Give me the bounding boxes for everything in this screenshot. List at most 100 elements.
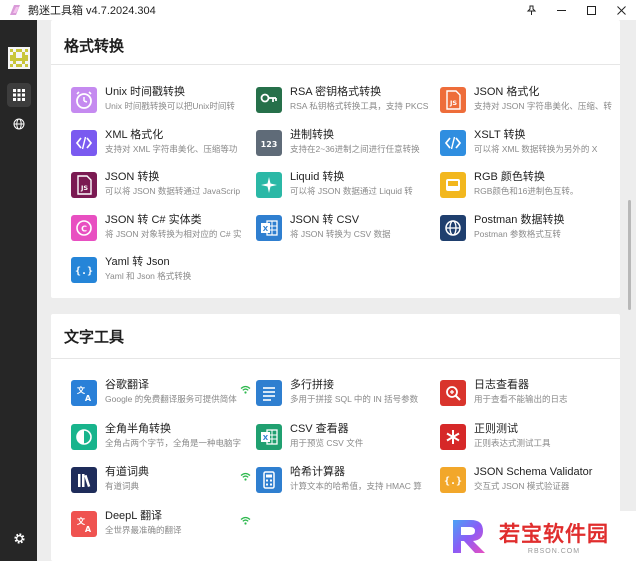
- tool-description: 多用于拼接 SQL 中的 IN 括号参数: [290, 394, 419, 404]
- apps-grid-icon: [13, 89, 25, 101]
- tool-item[interactable]: XSLT 转换 可以将 XML 数据转换为另外的 X: [440, 127, 620, 161]
- tool-text: 正则测试正则表达式测试工具: [474, 421, 620, 449]
- tool-text: 进制转换 支持在2~36进制之间进行任意转换: [290, 127, 436, 155]
- tool-text: 全角半角转换 全角占两个字节，全角是一种电脑字: [105, 421, 251, 449]
- tool-item[interactable]: X CSV 查看器 用于预览 CSV 文件: [256, 421, 436, 455]
- tool-name: Yaml 转 Json: [105, 256, 170, 268]
- tool-name: RGB 颜色转换: [474, 171, 545, 183]
- tool-item[interactable]: RSA 密钥格式转换 RSA 私钥格式转换工具，支持 PKCS: [256, 84, 436, 118]
- tool-item[interactable]: 正则测试正则表达式测试工具: [440, 421, 620, 455]
- tool-name: 有道词典: [105, 466, 149, 478]
- pin-button[interactable]: [516, 0, 546, 20]
- tool-description: 支持对 JSON 字符串美化、压缩、转: [474, 101, 612, 111]
- half-circle-icon: [71, 423, 97, 450]
- tool-text: JSON 转 CSV 将 JSON 转换为 CSV 数据: [290, 212, 436, 240]
- tool-text: 有道词典 有道词典: [105, 464, 251, 492]
- js-file-icon: JS: [71, 172, 97, 198]
- tool-item[interactable]: {.} Yaml 转 Json Yaml 和 Json 格式转换: [71, 254, 251, 288]
- section-format-conversion: 格式转换 Unix 时间戳转换 Unix 时间戳转换可以把Unix时间转 RSA 密…: [51, 20, 620, 298]
- tool-item[interactable]: 123 进制转换 支持在2~36进制之间进行任意转换: [256, 127, 436, 161]
- tool-name: 全角半角转换: [105, 422, 171, 435]
- tool-item[interactable]: XML 格式化 支持对 XML 字符串美化、压缩等功: [71, 127, 251, 161]
- sidebar: [0, 20, 37, 561]
- wifi-icon: [240, 381, 251, 394]
- sidebar-item-web[interactable]: [7, 112, 31, 136]
- tool-name: 正则测试: [474, 422, 518, 435]
- tool-item[interactable]: 多行拼接 多用于拼接 SQL 中的 IN 括号参数: [256, 377, 436, 411]
- tool-name: RSA 密钥格式转换: [290, 86, 382, 98]
- tool-description: 正则表达式测试工具: [474, 437, 551, 448]
- sidebar-item-settings[interactable]: [7, 526, 31, 550]
- tool-item[interactable]: Postman 数据转换 Postman 参数格式互转: [440, 212, 620, 246]
- tool-text: Liquid 转换 可以将 JSON 数据通过 Liquid 转: [290, 169, 436, 197]
- tool-item[interactable]: X JSON 转 CSV 将 JSON 转换为 CSV 数据: [256, 212, 436, 246]
- tool-name: DeepL 翻译: [105, 509, 163, 522]
- tool-description: 计算文本的哈希值，支持 HMAC 算: [290, 481, 422, 491]
- tool-text: 哈希计算器计算文本的哈希值，支持 HMAC 算: [290, 464, 436, 492]
- tool-description: 支持在2~36进制之间进行任意转换: [290, 143, 420, 154]
- scrollbar[interactable]: [628, 200, 631, 310]
- tool-description: 将 JSON 对象转换为相对应的 C# 实: [105, 228, 242, 239]
- tool-item[interactable]: 文 A 谷歌翻译 Google 的免费翻译服务可提供简体: [71, 377, 251, 411]
- tool-text: Postman 数据转换 Postman 参数格式互转: [474, 212, 620, 240]
- avatar[interactable]: [8, 47, 30, 69]
- tool-item[interactable]: JS JSON 转换 可以将 JSON 数据转通过 JavaScrip: [71, 169, 251, 203]
- tool-item[interactable]: 哈希计算器计算文本的哈希值，支持 HMAC 算: [256, 464, 436, 498]
- svg-text:{.}: {.}: [75, 266, 93, 277]
- tool-text: DeepL 翻译 全世界最准确的翻译: [105, 508, 251, 536]
- tool-text: XSLT 转换 可以将 XML 数据转换为另外的 X: [474, 127, 620, 155]
- close-button[interactable]: [606, 0, 636, 20]
- minimize-icon: [556, 9, 566, 11]
- excel-icon: X: [256, 214, 282, 241]
- tool-text: XML 格式化 支持对 XML 字符串美化、压缩等功: [105, 127, 251, 155]
- main-content: 格式转换 Unix 时间戳转换 Unix 时间戳转换可以把Unix时间转 RSA 密…: [37, 20, 636, 561]
- watermark: 若宝软件园 RBSON.COM: [437, 511, 636, 561]
- svg-text:{.}: {.}: [444, 476, 462, 487]
- tool-item[interactable]: Liquid 转换 可以将 JSON 数据通过 Liquid 转: [256, 169, 436, 203]
- svg-text:JS: JS: [449, 99, 457, 107]
- tool-description: Yaml 和 Json 格式转换: [105, 271, 192, 281]
- tool-text: RGB 颜色转换 RGB颜色和16进制色互转。: [474, 169, 620, 197]
- tool-item[interactable]: {.} JSON Schema Validator 交互式 JSON 模式验证器: [440, 464, 620, 498]
- tool-text: JSON 格式化 支持对 JSON 字符串美化、压缩、转: [474, 84, 620, 112]
- tool-item[interactable]: Unix 时间戳转换 Unix 时间戳转换可以把Unix时间转: [71, 84, 251, 118]
- tool-text: JSON 转换 可以将 JSON 数据转通过 JavaScrip: [105, 169, 251, 197]
- translate-icon: 文A: [71, 510, 97, 537]
- tool-item[interactable]: RGB 颜色转换 RGB颜色和16进制色互转。: [440, 169, 620, 203]
- sparkle-icon: [256, 172, 282, 198]
- tool-description: 可以将 JSON 数据通过 Liquid 转: [290, 186, 413, 196]
- tool-item[interactable]: 文 A DeepL 翻译 全世界最准确的翻译: [71, 508, 251, 542]
- watermark-text: 若宝软件园: [499, 522, 609, 546]
- minimize-button[interactable]: [546, 0, 576, 20]
- tool-item[interactable]: 有道词典 有道词典: [71, 464, 251, 498]
- tool-text: Unix 时间戳转换 Unix 时间戳转换可以把Unix时间转: [105, 84, 251, 112]
- tool-description: Unix 时间戳转换可以把Unix时间转: [105, 101, 235, 111]
- globe-icon: [440, 214, 466, 241]
- tool-name: JSON 转换: [105, 171, 160, 183]
- tool-description: 支持对 XML 字符串美化、压缩等功: [105, 143, 238, 154]
- avatar-pixel-icon: [10, 49, 28, 67]
- window-title: 鹅迷工具箱 v4.7.2024.304: [28, 5, 156, 17]
- tool-item[interactable]: JS JSON 格式化 支持对 JSON 字符串美化、压缩、转: [440, 84, 620, 118]
- tool-name: 谷歌翻译: [105, 379, 149, 391]
- tool-name: 哈希计算器: [290, 466, 345, 478]
- asterisk-icon: [440, 423, 466, 450]
- tool-text: JSON 转 C# 实体类将 JSON 对象转换为相对应的 C# 实: [105, 212, 251, 240]
- gear-icon: [13, 532, 25, 544]
- maximize-button[interactable]: [576, 0, 606, 20]
- tool-description: Postman 参数格式互转: [474, 228, 561, 239]
- svg-text:A: A: [85, 525, 92, 534]
- tool-item[interactable]: C JSON 转 C# 实体类将 JSON 对象转换为相对应的 C# 实: [71, 212, 251, 246]
- tool-item[interactable]: 日志查看器 用于查看不能输出的日志: [440, 377, 620, 411]
- tool-item[interactable]: 全角半角转换 全角占两个字节，全角是一种电脑字: [71, 421, 251, 455]
- alarm-clock-icon: [71, 87, 97, 113]
- watermark-logo: [453, 520, 485, 553]
- globe-icon: [13, 118, 25, 130]
- tool-text: CSV 查看器 用于预览 CSV 文件: [290, 421, 436, 449]
- sidebar-item-apps[interactable]: [7, 83, 31, 107]
- tool-name: JSON 转 CSV: [290, 213, 360, 226]
- tool-name: Postman 数据转换: [474, 213, 565, 226]
- svg-text:X: X: [263, 225, 269, 233]
- pin-icon: [526, 5, 536, 15]
- tool-description: 有道词典: [105, 481, 140, 491]
